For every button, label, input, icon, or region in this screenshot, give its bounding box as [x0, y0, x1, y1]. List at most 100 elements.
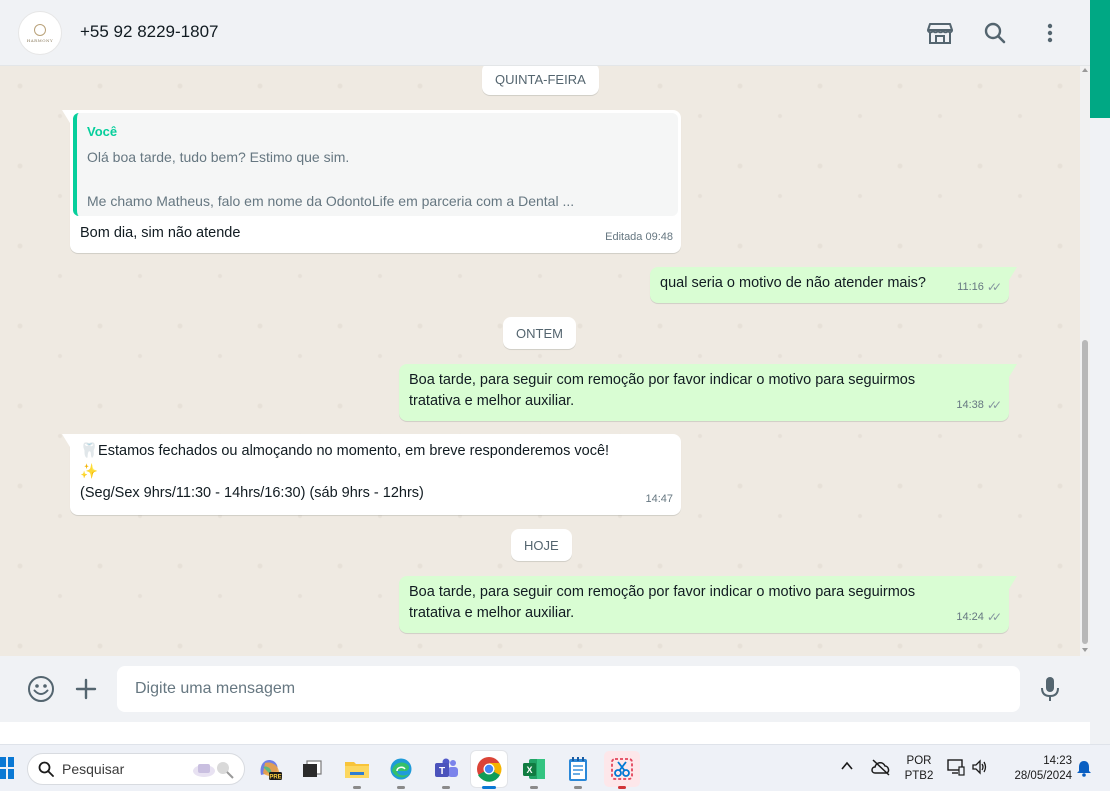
windows-start-icon[interactable] [0, 757, 14, 779]
message-line: Boa tarde, para seguir com remoção por f… [409, 372, 916, 388]
message-text: Boa tarde, para seguir com remoção por f… [409, 370, 915, 412]
active-indicator [482, 786, 496, 789]
chat-scrollbar[interactable] [1080, 66, 1090, 656]
quote-author: Você [87, 124, 118, 139]
bubble-tail [62, 434, 70, 447]
quote-line: Olá boa tarde, tudo bem? Estimo que sim. [87, 149, 350, 165]
whatsapp-window: HARMONY +55 92 8229-1807 QUINTA-FEIRA Vo… [0, 0, 1090, 722]
plus-icon-svg [75, 678, 97, 700]
bubble-tail [62, 110, 70, 123]
message-composer [0, 656, 1090, 722]
file-explorer-icon[interactable] [339, 751, 375, 789]
running-indicator [397, 786, 405, 789]
monitor-network-icon [947, 759, 965, 776]
copilot-icon-svg: PRE [260, 760, 282, 781]
contact-name[interactable]: +55 92 8229-1807 [80, 22, 219, 42]
running-indicator [530, 786, 538, 789]
message-line: Boa tarde, para seguir com remoção por f… [409, 584, 916, 600]
message-incoming-reply[interactable]: Você Olá boa tarde, tudo bem? Estimo que… [62, 110, 681, 253]
message-time: 14:47 [645, 493, 673, 505]
teams-icon-svg: T [435, 758, 458, 777]
task-view-icon-svg [303, 760, 322, 777]
message-meta: 11:16 ✓✓ [957, 277, 1002, 298]
volume-icon[interactable] [971, 758, 989, 781]
svg-text:X: X [526, 765, 532, 775]
read-ticks-icon: ✓✓ [986, 398, 1002, 412]
bubble-tail [1009, 364, 1017, 377]
accent-strip [1090, 0, 1110, 118]
taskbar-search-box[interactable]: Pesquisar [27, 753, 245, 785]
more-vertical-icon[interactable] [1035, 18, 1065, 48]
excel-icon-svg: X [523, 759, 545, 779]
search-highlight-illustration-icon [193, 762, 234, 779]
search-icon [38, 761, 54, 777]
message-meta: Editada 09:48 [605, 227, 673, 248]
message-time: 14:38 [956, 399, 984, 411]
quoted-message[interactable]: Você Olá boa tarde, tudo bem? Estimo que… [73, 113, 678, 216]
clock-date: 28/05/2024 [1014, 770, 1072, 782]
message-incoming[interactable]: 🦷Estamos fechados ou almoçando no moment… [62, 434, 681, 515]
quote-line: Me chamo Matheus, falo em nome da Odonto… [87, 193, 575, 209]
microphone-icon-svg [1041, 677, 1059, 701]
scroll-down-icon[interactable] [1082, 648, 1088, 652]
chevron-up-icon [841, 761, 853, 770]
message-line: ✨ [80, 464, 99, 480]
scroll-up-icon[interactable] [1082, 68, 1088, 72]
language-code: POR [906, 755, 932, 767]
read-ticks-icon: ✓✓ [986, 610, 1002, 624]
notification-bell-icon[interactable] [1076, 759, 1092, 782]
contact-avatar[interactable]: HARMONY [18, 11, 62, 55]
message-outgoing[interactable]: Boa tarde, para seguir com remoção por f… [399, 576, 1017, 633]
message-input[interactable] [117, 666, 1020, 712]
notepad-icon[interactable] [560, 751, 596, 789]
bubble-tail [1009, 576, 1017, 589]
message-outgoing[interactable]: qual seria o motivo de não atender mais?… [650, 267, 1017, 303]
input-language-indicator[interactable]: POR PTB2 [900, 754, 938, 784]
chat-header: HARMONY +55 92 8229-1807 [0, 0, 1090, 66]
running-indicator [442, 786, 450, 789]
copilot-icon[interactable]: PRE [252, 751, 288, 787]
store-icon[interactable] [925, 18, 955, 48]
microphone-icon[interactable] [1035, 674, 1065, 704]
task-view-icon[interactable] [294, 751, 330, 787]
network-icon[interactable] [947, 758, 965, 781]
start-tile [8, 769, 14, 779]
store-icon-svg [927, 23, 953, 44]
running-indicator [618, 786, 626, 789]
message-meta: 14:47 [645, 489, 673, 510]
bell-icon [1077, 761, 1091, 777]
scrollbar-thumb[interactable] [1082, 340, 1088, 644]
chrome-icon[interactable] [471, 751, 507, 789]
start-tile [0, 757, 6, 767]
read-ticks-icon: ✓✓ [986, 280, 1002, 294]
running-indicator [353, 786, 361, 789]
notepad-icon-svg [569, 757, 587, 781]
tray-overflow-chevron-icon[interactable] [840, 759, 854, 778]
search-icon[interactable] [980, 18, 1010, 48]
message-time: 14:24 [956, 611, 984, 623]
message-list: QUINTA-FEIRA Você Olá boa tarde, tudo be… [0, 66, 1090, 656]
search-icon-svg [984, 22, 1006, 44]
taskbar-search-label: Pesquisar [62, 761, 125, 777]
message-line: tratativa e melhor auxiliar. [409, 605, 575, 621]
keyboard-layout: PTB2 [904, 770, 934, 782]
clock-time: 14:23 [1043, 755, 1072, 767]
excel-icon[interactable]: X [516, 751, 552, 789]
start-tile [8, 757, 14, 767]
edge-icon[interactable] [383, 751, 419, 789]
taskbar-clock[interactable]: 14:23 28/05/2024 [1000, 754, 1072, 784]
message-outgoing[interactable]: Boa tarde, para seguir com remoção por f… [399, 364, 1017, 421]
logo-ring-icon [34, 23, 46, 36]
emoji-icon[interactable] [26, 674, 56, 704]
cloud-off-icon [871, 759, 890, 776]
emoji-icon-svg [28, 676, 54, 702]
snipping-tool-icon[interactable] [604, 751, 640, 789]
message-text: qual seria o motivo de não atender mais? [660, 275, 926, 291]
teams-icon[interactable]: T [428, 751, 464, 789]
plus-icon[interactable] [71, 674, 101, 704]
message-text: Bom dia, sim não atende [80, 225, 241, 241]
message-meta: 14:24 ✓✓ [956, 607, 1002, 628]
speaker-icon [972, 759, 987, 775]
onedrive-offline-icon[interactable] [870, 757, 892, 782]
windows-taskbar: Pesquisar PRE T X POR PTB2 14:23 28/05/2… [0, 744, 1110, 791]
